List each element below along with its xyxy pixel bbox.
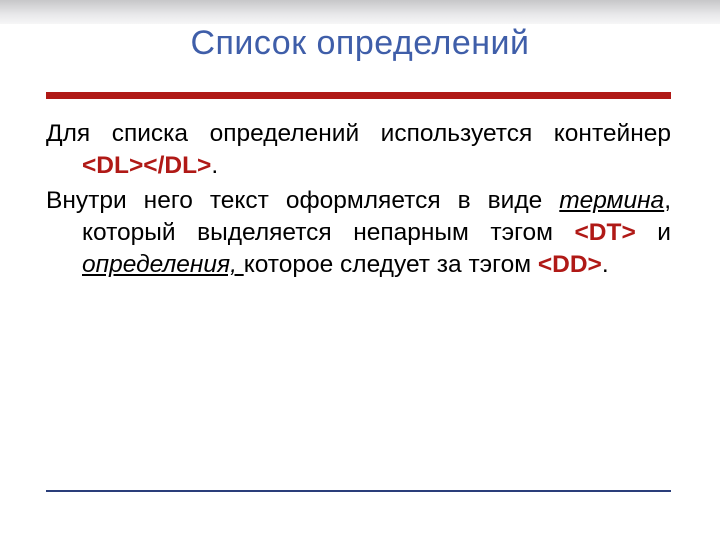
- dl-tag: <DL></DL>: [82, 152, 211, 179]
- term-termina: термина: [559, 187, 664, 214]
- slide-title: Список определений: [0, 24, 720, 63]
- top-gradient-bar: [0, 0, 720, 24]
- p1-text-1: Для списка определений используется конт…: [46, 120, 671, 147]
- term-opredeleniya: определения,: [82, 251, 244, 278]
- paragraph-2: Внутри него текст оформляется в виде тер…: [46, 185, 671, 282]
- title-underline: [46, 92, 671, 99]
- slide: Список определений Для списка определени…: [0, 0, 720, 540]
- p1-text-2: .: [211, 152, 218, 179]
- dt-tag: <DT>: [575, 219, 636, 246]
- dd-tag: <DD>: [538, 251, 602, 278]
- footer-rule: [46, 490, 671, 492]
- p2-text-4: которое следует за тэгом: [244, 251, 538, 278]
- p2-text-5: .: [602, 251, 609, 278]
- p2-text-1: Внутри него текст оформляется в виде: [46, 187, 559, 214]
- body-text: Для списка определений используется конт…: [46, 118, 671, 284]
- p2-text-3: и: [636, 219, 671, 246]
- paragraph-1: Для списка определений используется конт…: [46, 118, 671, 183]
